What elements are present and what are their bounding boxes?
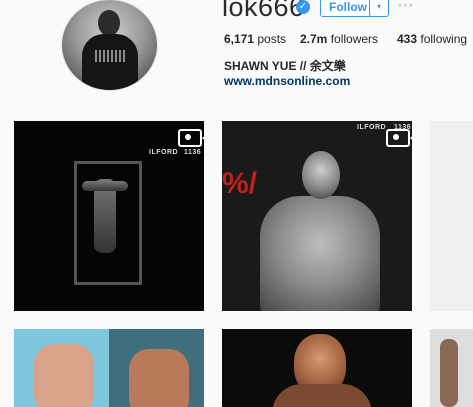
bio-link[interactable]: www.mdnsonline.com <box>224 74 350 88</box>
post-scene-figure <box>440 339 458 407</box>
following-label: following <box>420 32 468 46</box>
post-scene-figure-right <box>129 349 189 407</box>
profile-bio: SHAWN YUE // 余文樂 www.mdnsonline.com <box>224 57 473 88</box>
post-scene-head <box>302 151 340 199</box>
post-red-text: %/ <box>222 167 258 200</box>
video-icon <box>178 129 204 147</box>
frame-number: 1136 <box>394 124 412 131</box>
post-scene-arms <box>82 181 128 191</box>
post-tile[interactable] <box>222 329 412 407</box>
post-tile[interactable] <box>430 121 473 311</box>
post-tile[interactable] <box>430 329 473 407</box>
post-tile[interactable]: ILFORD 1136 <box>14 121 204 311</box>
film-label: ILFORD <box>149 149 179 156</box>
video-icon <box>386 129 412 147</box>
post-tile[interactable]: %/ ILFORD 1136 <box>222 121 412 311</box>
avatar-body <box>82 34 138 90</box>
frame-number: 1136 <box>184 149 202 156</box>
post-scene-torso <box>260 196 380 311</box>
profile-avatar[interactable] <box>62 0 157 90</box>
follow-options-dropdown-button[interactable]: ▾ <box>369 0 389 17</box>
avatar-shirt-print <box>95 50 125 62</box>
posts-count: 6,171 <box>224 32 255 46</box>
avatar-head <box>98 10 120 36</box>
profile-username: lok666 <box>222 0 305 22</box>
post-tile[interactable] <box>14 329 204 407</box>
post-scene-shoulders <box>272 384 372 407</box>
followers-count: 2.7m <box>300 32 328 46</box>
verified-badge-icon: ✓ <box>296 0 310 14</box>
film-label: ILFORD <box>357 124 387 131</box>
following-stat[interactable]: 433 following <box>397 32 467 46</box>
post-scene-figure-left <box>34 344 94 407</box>
following-count: 433 <box>397 32 418 46</box>
more-options-icon[interactable]: ◦◦◦ <box>398 0 414 12</box>
posts-stat: 6,171 posts <box>224 32 286 46</box>
followers-label: followers <box>330 32 379 46</box>
bio-name: SHAWN YUE // 余文樂 <box>224 59 346 73</box>
posts-label: posts <box>257 32 287 46</box>
follow-button[interactable]: Follow <box>320 0 376 17</box>
followers-stat[interactable]: 2.7m followers <box>300 32 378 46</box>
